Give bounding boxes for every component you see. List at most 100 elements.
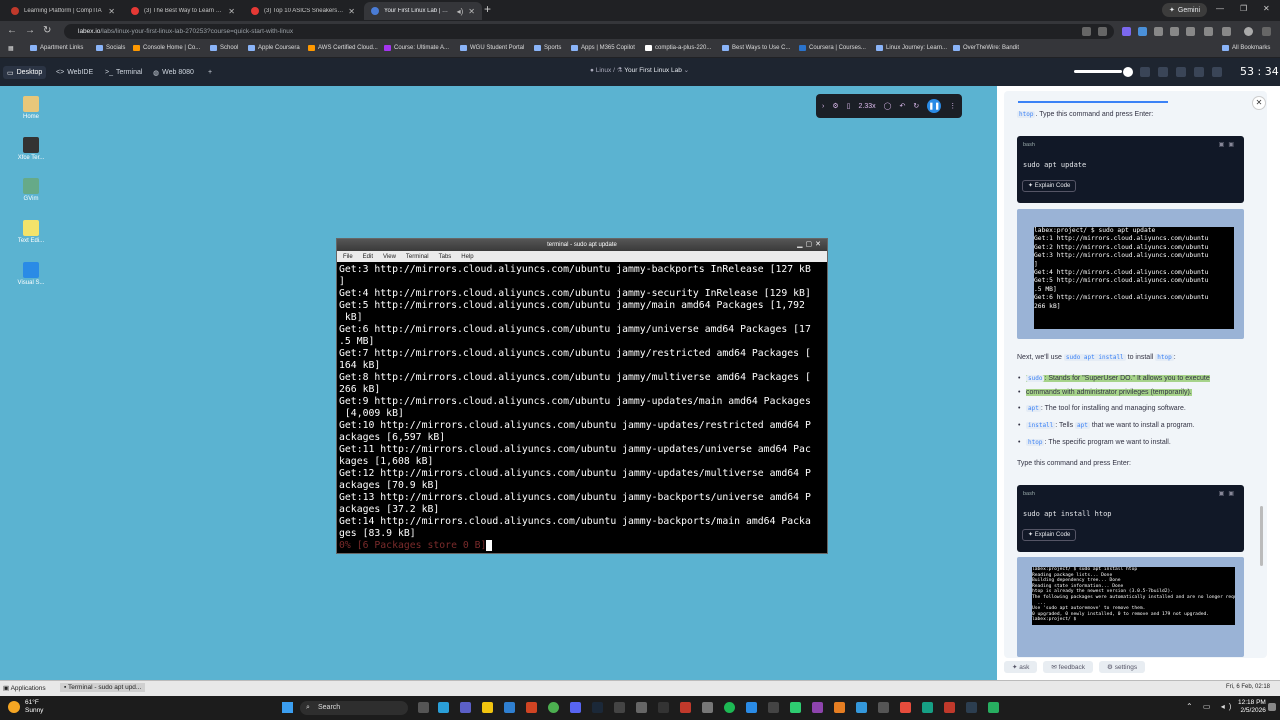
taskbar-clock[interactable]: 12:18 PM 2/5/2026 <box>1238 699 1266 715</box>
bookmark-item[interactable]: Coursera | Courses... <box>799 45 866 51</box>
browser-tab-active[interactable]: Your First Linux Lab | Quick ◂) ✕ <box>364 2 482 20</box>
task-view-icon[interactable] <box>418 702 429 713</box>
maximize-icon[interactable]: ❐ <box>1240 4 1247 13</box>
app-icon[interactable] <box>878 702 889 713</box>
chevron-right-icon[interactable]: › <box>822 103 824 110</box>
app-icon[interactable] <box>900 702 911 713</box>
settings-button[interactable]: ⚙ settings <box>1099 661 1146 673</box>
chrome-icon[interactable] <box>548 702 559 713</box>
ask-button[interactable]: ✦ ask <box>1004 661 1038 673</box>
github-desktop-icon[interactable] <box>614 702 625 713</box>
speaker-icon[interactable]: ◂) <box>457 7 464 16</box>
window-buttons[interactable]: ▁▢✕ <box>797 239 824 251</box>
weather-widget[interactable]: 61°F Sunny <box>25 699 43 715</box>
app-icon[interactable] <box>702 702 713 713</box>
terminal-titlebar[interactable]: terminal - sudo apt update ▁▢✕ <box>337 239 827 251</box>
sidepanel-icon[interactable] <box>1222 27 1231 36</box>
extension-icon[interactable] <box>1138 27 1147 36</box>
feedback-button[interactable]: ✉ feedback <box>1043 661 1094 673</box>
close-panel-button[interactable]: ✕ <box>1252 96 1266 110</box>
menu-edit[interactable]: Edit <box>363 254 373 260</box>
pause-button[interactable]: ❚❚ <box>927 99 942 113</box>
spotify-icon[interactable] <box>724 702 735 713</box>
desktop-icon-terminal[interactable]: Xfce Ter... <box>14 137 48 161</box>
window-close-icon[interactable]: ✕ <box>1263 4 1270 13</box>
puzzle-icon[interactable] <box>1186 27 1195 36</box>
bookmark-item[interactable]: Course: Ultimate A... <box>384 45 449 51</box>
downloads-icon[interactable] <box>1204 27 1213 36</box>
taskbar-search[interactable]: ⌕ Search <box>300 701 408 715</box>
menu-help[interactable]: Help <box>461 254 473 260</box>
app-icon[interactable] <box>812 702 823 713</box>
network-icon[interactable] <box>1140 67 1150 77</box>
undo-icon[interactable]: ↶ <box>899 102 905 110</box>
system-tray[interactable]: ⌃ ▭ ◂) <box>1186 702 1235 711</box>
extension-icon[interactable] <box>1154 27 1163 36</box>
chevron-down-icon[interactable]: ⌄ <box>684 67 689 74</box>
breadcrumb-lab-title[interactable]: Your First Linux Lab <box>624 67 682 74</box>
display-icon[interactable] <box>1176 67 1186 77</box>
bookmark-item[interactable]: Sports <box>534 45 561 51</box>
tab-desktop[interactable]: ▭ Desktop <box>3 66 47 79</box>
copy-icon[interactable]: ▣▣ <box>1219 490 1238 497</box>
bookmark-item[interactable]: Console Home | Co... <box>133 45 200 51</box>
explain-code-button[interactable]: ✦ Explain Code <box>1022 529 1077 541</box>
app-icon[interactable] <box>680 702 691 713</box>
code-command[interactable]: sudo apt update <box>1023 161 1086 169</box>
app-icon[interactable] <box>944 702 955 713</box>
app-icon[interactable] <box>834 702 845 713</box>
close-icon[interactable]: ✕ <box>228 7 235 16</box>
office-icon[interactable] <box>526 702 537 713</box>
edge-icon[interactable] <box>438 702 449 713</box>
windows-start-icon[interactable] <box>282 702 293 713</box>
bookmark-item[interactable]: Apartment Links <box>30 45 83 51</box>
bookmark-item[interactable]: Linux Journey: Learn... <box>876 45 947 51</box>
browser-tab[interactable]: (3) Top 10 ASICS Sneakers for 2 ✕ <box>244 2 362 20</box>
bookmark-item[interactable]: WGU Student Portal <box>460 45 524 51</box>
refresh-icon[interactable] <box>1212 67 1222 77</box>
applications-menu[interactable]: ▣ Applications <box>3 684 46 692</box>
explain-code-button[interactable]: ✦ Explain Code <box>1022 180 1077 192</box>
reload-icon[interactable]: ↻ <box>43 25 51 36</box>
menu-view[interactable]: View <box>383 254 396 260</box>
terminal-window[interactable]: terminal - sudo apt update ▁▢✕ File Edit … <box>336 238 828 554</box>
file-explorer-icon[interactable] <box>482 702 493 713</box>
avatar[interactable] <box>1244 27 1253 36</box>
close-icon[interactable]: ✕ <box>108 7 115 16</box>
xbox-icon[interactable] <box>658 702 669 713</box>
bookmark-item[interactable]: Socials <box>96 45 125 51</box>
apps-grid-icon[interactable]: ▦ <box>8 45 14 52</box>
menu-tabs[interactable]: Tabs <box>439 254 452 260</box>
app-icon[interactable] <box>790 702 801 713</box>
taskbar-terminal[interactable]: ▪ Terminal - sudo apt upd... <box>60 683 146 692</box>
book-icon[interactable]: ▯ <box>847 102 851 110</box>
bookmark-item[interactable]: AWS Certified Cloud... <box>308 45 378 51</box>
bookmark-star-icon[interactable] <box>1098 27 1107 36</box>
tab-webide[interactable]: <> WebIDE <box>52 66 97 79</box>
menu-icon[interactable] <box>1262 27 1271 36</box>
scrollbar[interactable] <box>1260 506 1263 566</box>
bookmark-item[interactable]: Apple Coursera <box>248 45 300 51</box>
vscode-icon[interactable] <box>746 702 757 713</box>
bookmark-item[interactable]: Best Ways to Use C... <box>722 45 790 51</box>
app-icon[interactable] <box>988 702 999 713</box>
steam-icon[interactable] <box>592 702 603 713</box>
gemini-button[interactable]: ✦ Gemini <box>1162 3 1208 17</box>
desktop-icon-text-editor[interactable]: Text Edi... <box>14 220 48 244</box>
app-icon[interactable] <box>922 702 933 713</box>
close-icon[interactable]: ✕ <box>348 7 355 16</box>
add-tab-button[interactable]: + <box>204 66 216 79</box>
notification-icon[interactable] <box>1268 703 1276 711</box>
new-tab-button[interactable]: + <box>484 2 491 16</box>
bookmark-item[interactable]: comptia-a-plus-220... <box>645 45 711 51</box>
grid-icon[interactable] <box>1158 67 1168 77</box>
tab-terminal[interactable]: >_ Terminal <box>101 66 146 79</box>
bookmark-item[interactable]: Apps | M365 Copilot <box>571 45 635 51</box>
screenshot-icon[interactable] <box>1194 67 1204 77</box>
app-icon[interactable] <box>636 702 647 713</box>
close-icon[interactable]: ✕ <box>468 7 475 16</box>
desktop-icon-vscode[interactable]: Visual S... <box>14 262 48 286</box>
terminal-icon[interactable] <box>768 702 779 713</box>
back-icon[interactable]: ← <box>7 25 17 36</box>
menu-terminal[interactable]: Terminal <box>406 254 429 260</box>
